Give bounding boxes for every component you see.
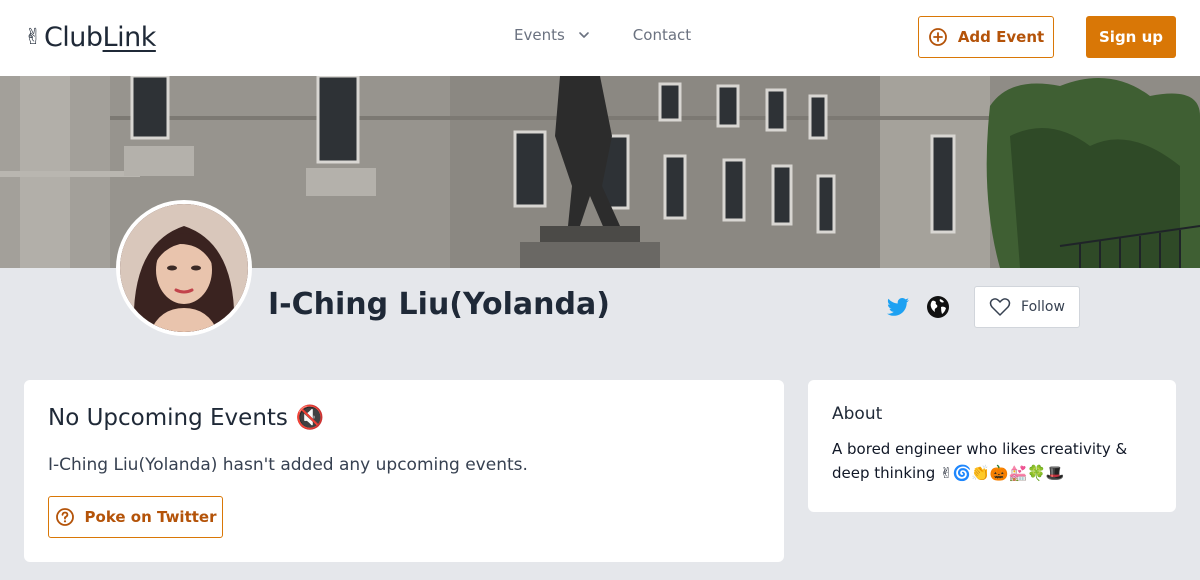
add-event-button[interactable]: Add Event bbox=[918, 16, 1054, 58]
about-card: About A bored engineer who likes creativ… bbox=[808, 380, 1176, 512]
main-nav: Events Contact bbox=[514, 26, 691, 44]
follow-label: Follow bbox=[1021, 299, 1065, 315]
about-heading: About bbox=[832, 404, 883, 424]
events-title-text: No Upcoming Events bbox=[48, 404, 288, 431]
globe-icon[interactable] bbox=[926, 295, 950, 319]
chevron-down-icon bbox=[578, 32, 589, 38]
site-header: ✌ Club Link Events Contact Add Event Sig… bbox=[0, 0, 1200, 76]
about-bio: A bored engineer who likes creativity & … bbox=[832, 440, 1128, 482]
logo-text-link: Link bbox=[102, 22, 157, 53]
nav-events-dropdown[interactable]: Events bbox=[514, 26, 591, 44]
nav-events-label: Events bbox=[514, 26, 565, 44]
peace-hand-icon: ✌ bbox=[24, 25, 42, 50]
logo-text-club: Club bbox=[43, 22, 103, 53]
poke-on-twitter-button[interactable]: Poke on Twitter bbox=[48, 496, 223, 538]
add-event-label: Add Event bbox=[957, 28, 1045, 46]
events-empty-message: I-Ching Liu(Yolanda) hasn't added any up… bbox=[48, 455, 528, 475]
events-heading: No Upcoming Events 🔇 bbox=[48, 404, 325, 432]
sign-up-button[interactable]: Sign up bbox=[1086, 16, 1176, 58]
upcoming-events-card: No Upcoming Events 🔇 I-Ching Liu(Yolanda… bbox=[24, 380, 784, 562]
clublink-logo[interactable]: ✌ Club Link bbox=[24, 22, 156, 53]
poke-label: Poke on Twitter bbox=[84, 508, 217, 526]
profile-name: I-Ching Liu(Yolanda) bbox=[268, 287, 610, 322]
profile-avatar bbox=[116, 200, 252, 336]
heart-icon bbox=[989, 298, 1011, 316]
nav-contact-link[interactable]: Contact bbox=[633, 26, 691, 44]
follow-button[interactable]: Follow bbox=[974, 286, 1080, 328]
plus-circle-icon bbox=[928, 28, 947, 46]
twitter-icon[interactable] bbox=[886, 295, 910, 319]
muted-speaker-icon: 🔇 bbox=[295, 405, 325, 431]
question-circle-icon bbox=[55, 508, 74, 526]
